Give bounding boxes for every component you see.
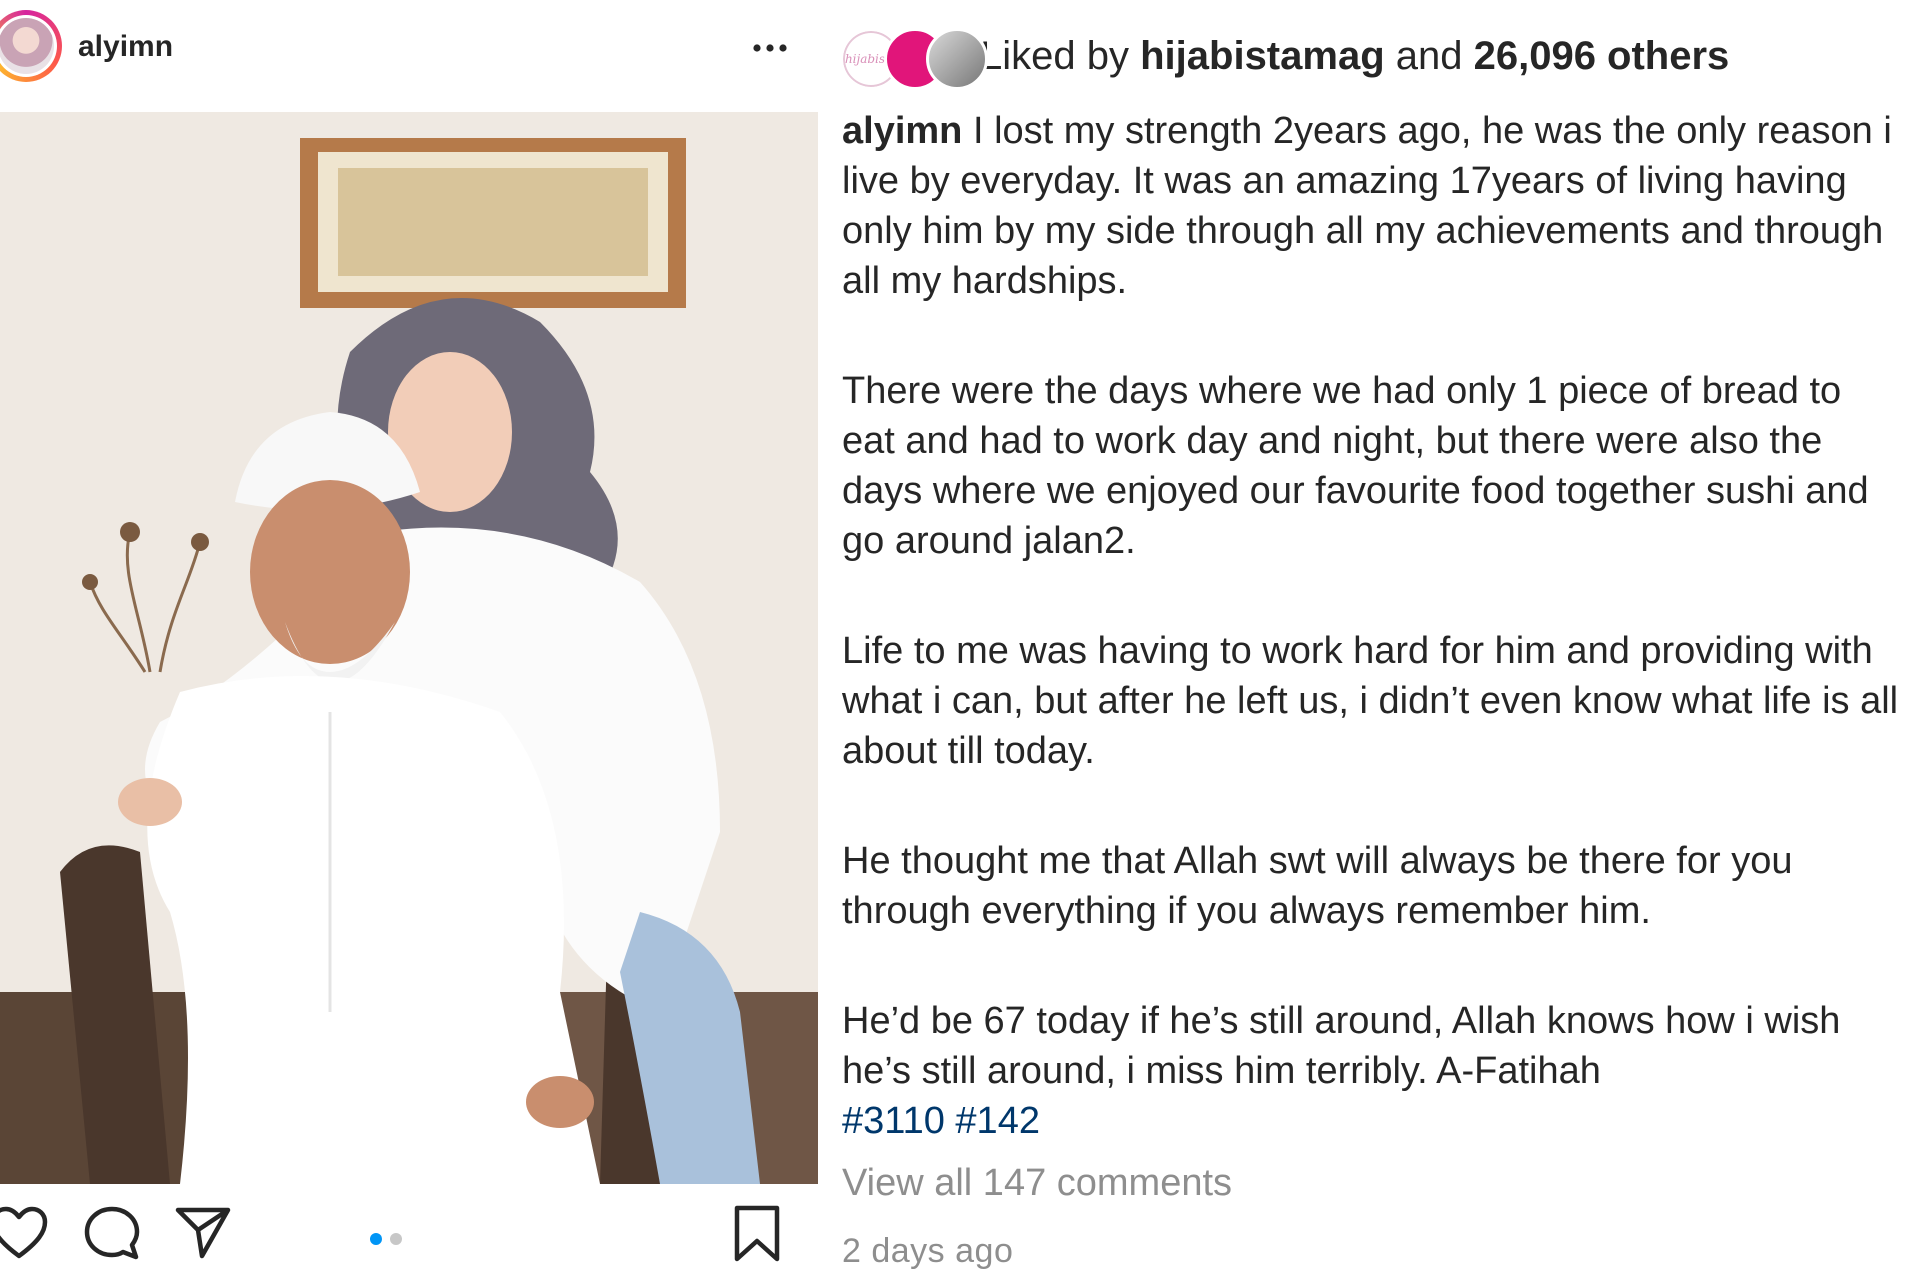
likes-user-link[interactable]: hijabistamag (1140, 34, 1385, 78)
comment-icon (84, 1206, 140, 1260)
caption-paragraph-4: He thought me that Allah swt will always… (842, 840, 1793, 932)
post-header: alyimn (0, 0, 820, 104)
caption-text-1: I lost my strength 2years ago, he was th… (842, 110, 1892, 302)
likes-summary: hijabista Liked by hijabistamag and 26,0… (840, 24, 1910, 90)
hashtag-link[interactable]: #3110 (842, 1100, 945, 1142)
likes-count-link[interactable]: 26,096 others (1474, 34, 1730, 78)
likes-middle: and (1384, 33, 1474, 78)
caption-username[interactable]: alyimn (842, 110, 962, 152)
comment-button[interactable] (82, 1204, 142, 1267)
photo-illustration (0, 112, 818, 1184)
likes-prefix: Liked by (980, 33, 1141, 78)
post-caption: alyimn I lost my strength 2years ago, he… (842, 106, 1902, 1146)
avatar-image (0, 18, 54, 74)
post-actions-bar (0, 1184, 820, 1280)
caption-paragraph-1: alyimn I lost my strength 2years ago, he… (842, 106, 1902, 306)
more-horizontal-icon (753, 44, 787, 52)
carousel-dot-2[interactable] (390, 1233, 402, 1245)
liker-avatar-3 (926, 28, 988, 90)
caption-text-5: He’d be 67 today if he’s still around, A… (842, 1000, 1841, 1092)
heart-icon (0, 1206, 48, 1259)
post-photo[interactable] (0, 112, 818, 1184)
hashtag-link[interactable]: #142 (955, 1100, 1040, 1142)
post-username[interactable]: alyimn (78, 30, 173, 64)
liker-avatars[interactable]: hijabista (840, 26, 988, 90)
profile-avatar[interactable] (0, 10, 62, 82)
caption-paragraph-5: He’d be 67 today if he’s still around, A… (842, 996, 1902, 1146)
avatar-ring-inner (0, 15, 57, 77)
paper-plane-icon (175, 1207, 231, 1259)
caption-paragraph-2: There were the days where we had only 1 … (842, 370, 1869, 562)
carousel-indicator (370, 1233, 402, 1245)
likes-text: Liked by hijabistamag and 26,096 others (980, 34, 1729, 79)
view-all-comments-link[interactable]: View all 147 comments (842, 1162, 1232, 1205)
save-button[interactable] (732, 1204, 782, 1269)
caption-hashtags: #3110 #142 (842, 1100, 1040, 1142)
share-button[interactable] (174, 1204, 232, 1265)
post-timestamp: 2 days ago (842, 1232, 1014, 1270)
carousel-dot-1[interactable] (370, 1233, 382, 1245)
caption-paragraph-3: Life to me was having to work hard for h… (842, 630, 1899, 772)
like-button[interactable] (0, 1206, 48, 1265)
more-options-button[interactable] (748, 26, 792, 70)
bookmark-icon (734, 1205, 780, 1262)
